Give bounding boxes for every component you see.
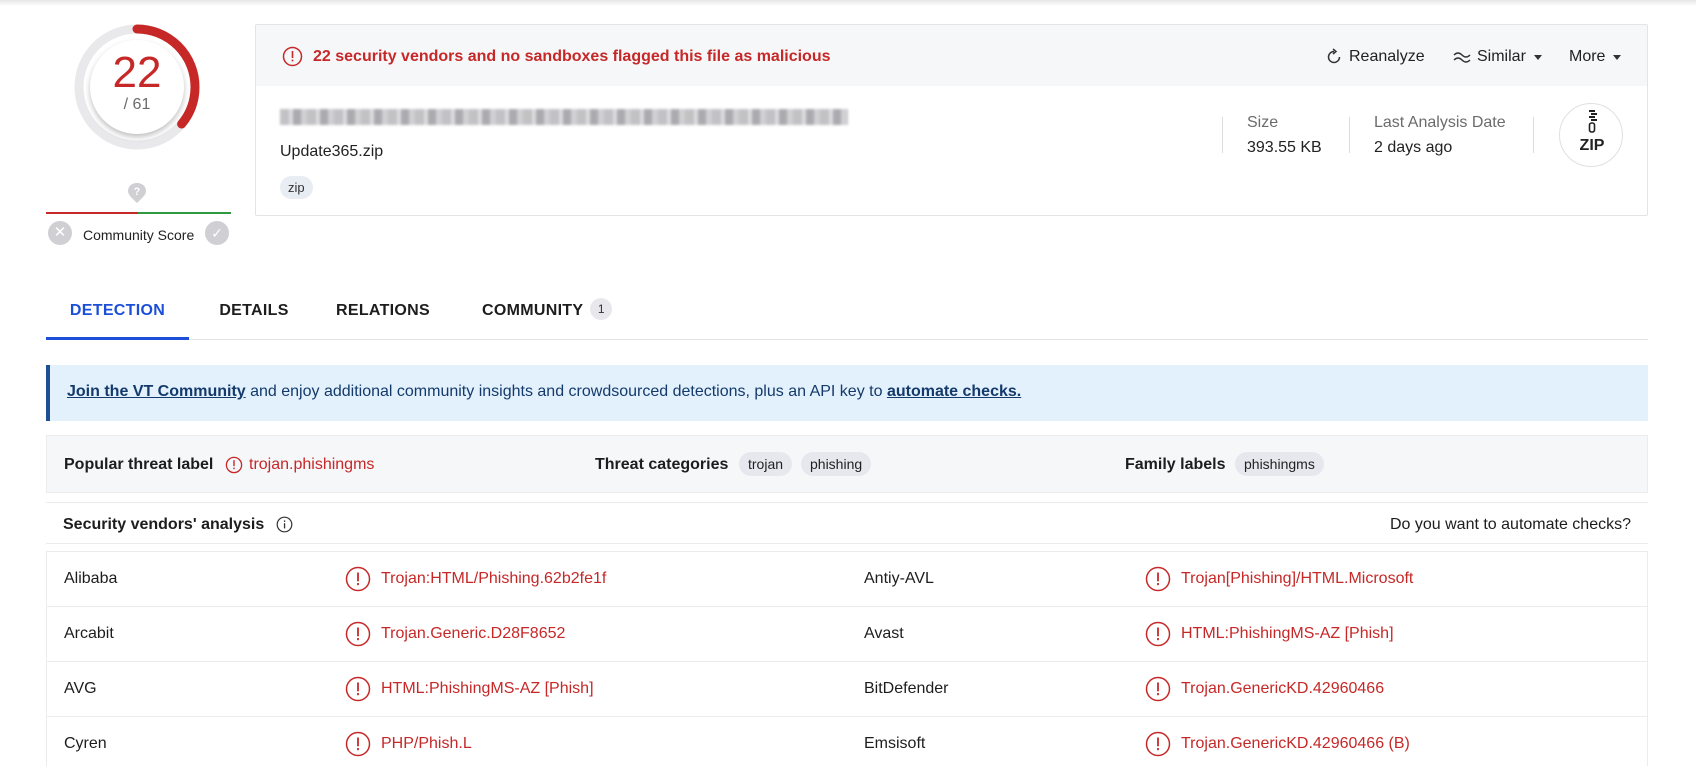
similar-icon bbox=[1453, 52, 1471, 63]
vendors-table: Alibaba Trojan:HTML/Phishing.62b2fe1f Anti… bbox=[46, 551, 1648, 766]
negative-bar bbox=[46, 212, 138, 214]
divider bbox=[1533, 117, 1534, 153]
vendor-result: Trojan.GenericKD.42960466 (B) bbox=[1181, 735, 1410, 752]
last-analysis-value: 2 days ago bbox=[1374, 139, 1453, 156]
vendor-result: Trojan.Generic.D28F8652 bbox=[381, 625, 566, 642]
community-banner: Join the VT Community and enjoy addition… bbox=[46, 365, 1648, 421]
chevron-down-icon bbox=[1533, 54, 1542, 60]
file-summary-card: 22 security vendors and no sandboxes fla… bbox=[255, 24, 1648, 216]
detection-count: 22 bbox=[112, 48, 162, 97]
engine-total: / 61 bbox=[123, 96, 151, 113]
x-icon[interactable]: ✕ bbox=[48, 221, 72, 245]
popular-threat-value[interactable]: trojan.phishingms bbox=[225, 456, 374, 474]
vendor-result: Trojan:HTML/Phishing.62b2fe1f bbox=[381, 570, 607, 587]
vendor-result: Trojan.GenericKD.42960466 bbox=[1181, 680, 1385, 697]
zip-type-label: ZIP bbox=[1580, 137, 1605, 154]
file-hash-redacted bbox=[280, 109, 848, 125]
vendor-name: Cyren bbox=[64, 735, 107, 752]
score-center: 22 / 61 bbox=[90, 40, 184, 134]
alert-circle-icon bbox=[1145, 621, 1171, 647]
question-bubble-icon: ? bbox=[128, 183, 146, 203]
vendor-name: Arcabit bbox=[64, 625, 114, 642]
tab-relations[interactable]: RELATIONS bbox=[326, 288, 440, 340]
family-pill[interactable]: phishingms bbox=[1235, 452, 1324, 476]
more-label: More bbox=[1569, 48, 1606, 65]
chevron-down-icon bbox=[1613, 54, 1622, 60]
alert-circle-icon bbox=[1145, 566, 1171, 592]
info-icon[interactable] bbox=[276, 516, 293, 533]
vendor-name: Alibaba bbox=[64, 570, 118, 587]
tab-community-label: COMMUNITY bbox=[482, 302, 584, 319]
community-score-label: Community Score bbox=[83, 227, 195, 243]
banner-middle-text: and enjoy additional community insights … bbox=[245, 383, 887, 400]
more-dropdown[interactable]: More bbox=[1569, 48, 1622, 66]
vendor-result: Trojan[Phishing]/HTML.Microsoft bbox=[1181, 570, 1414, 587]
automate-checks-prompt[interactable]: Do you want to automate checks? bbox=[1390, 516, 1631, 534]
detection-score-gauge: 22 / 61 bbox=[72, 22, 202, 152]
last-analysis-label: Last Analysis Date bbox=[1374, 114, 1506, 131]
vendor-name: Emsisoft bbox=[864, 735, 926, 752]
alert-circle-icon bbox=[1145, 676, 1171, 702]
vendor-row: AVG HTML:PhishingMS-AZ [Phish] BitDefender… bbox=[47, 662, 1647, 717]
popular-threat-text: trojan.phishingms bbox=[249, 456, 375, 473]
vendors-analysis-title: Security vendors' analysis bbox=[63, 516, 265, 533]
join-community-link[interactable]: Join the VT Community bbox=[67, 383, 246, 400]
alert-circle-icon bbox=[345, 621, 371, 647]
tab-bar: DETECTION DETAILS RELATIONS COMMUNITY 1 bbox=[46, 288, 1648, 340]
vendor-name: Antiy-AVL bbox=[864, 570, 934, 587]
positive-bar bbox=[138, 212, 231, 214]
vendor-name: BitDefender bbox=[864, 680, 949, 697]
file-tag[interactable]: zip bbox=[280, 176, 313, 199]
popular-threat-label: Popular threat label bbox=[64, 456, 214, 473]
reanalyze-button[interactable]: Reanalyze bbox=[1325, 48, 1425, 66]
community-score-bar bbox=[46, 212, 231, 214]
vendor-row: Alibaba Trojan:HTML/Phishing.62b2fe1f Anti… bbox=[47, 552, 1647, 607]
tab-detection[interactable]: DETECTION bbox=[46, 288, 189, 340]
vendors-header: Security vendors' analysis Do you want t… bbox=[46, 502, 1648, 544]
tab-community[interactable]: COMMUNITY 1 bbox=[472, 288, 622, 340]
vendor-name: Avast bbox=[864, 625, 904, 642]
similar-dropdown[interactable]: Similar bbox=[1453, 48, 1542, 66]
alert-circle-icon bbox=[345, 566, 371, 592]
alert-circle-icon bbox=[345, 731, 371, 757]
zip-file-icon: ZIP bbox=[1559, 103, 1623, 167]
check-icon[interactable]: ✓ bbox=[205, 221, 229, 245]
svg-text:?: ? bbox=[134, 186, 141, 198]
vendor-result: HTML:PhishingMS-AZ [Phish] bbox=[1181, 625, 1394, 642]
banner-text: Join the VT Community and enjoy addition… bbox=[67, 383, 1021, 401]
divider bbox=[1349, 117, 1350, 153]
alert-header: 22 security vendors and no sandboxes fla… bbox=[256, 25, 1647, 86]
alert-circle-icon bbox=[225, 456, 243, 474]
category-pill[interactable]: phishing bbox=[801, 452, 872, 476]
divider bbox=[1222, 117, 1223, 153]
threat-categories-label: Threat categories bbox=[595, 456, 729, 473]
zip-glyph: ZIP bbox=[1580, 110, 1605, 154]
threat-summary: Popular threat label trojan.phishingms T… bbox=[46, 435, 1648, 493]
vendor-name: AVG bbox=[64, 680, 97, 697]
vendor-result: HTML:PhishingMS-AZ [Phish] bbox=[381, 680, 594, 697]
file-name: Update365.zip bbox=[280, 143, 384, 160]
vendor-row: Arcabit Trojan.Generic.D28F8652 Avast HTML:… bbox=[47, 607, 1647, 662]
alert-circle-icon bbox=[345, 676, 371, 702]
vendor-result: PHP/Phish.L bbox=[381, 735, 472, 752]
detection-alert-text: 22 security vendors and no sandboxes fla… bbox=[313, 48, 831, 65]
category-pill[interactable]: trojan bbox=[739, 452, 793, 476]
community-count-badge: 1 bbox=[590, 298, 613, 320]
automate-checks-link[interactable]: automate checks. bbox=[887, 383, 1021, 400]
tab-details[interactable]: DETAILS bbox=[214, 288, 294, 340]
vendor-row: Cyren PHP/Phish.L Emsisoft Trojan.GenericKD… bbox=[47, 717, 1647, 766]
reanalyze-label: Reanalyze bbox=[1349, 48, 1425, 65]
alert-circle-icon bbox=[1145, 731, 1171, 757]
top-shadow bbox=[0, 0, 1696, 6]
size-value: 393.55 KB bbox=[1247, 139, 1322, 156]
family-labels-label: Family labels bbox=[1125, 456, 1226, 473]
similar-label: Similar bbox=[1477, 48, 1526, 65]
refresh-icon bbox=[1327, 48, 1341, 64]
size-label: Size bbox=[1247, 114, 1279, 131]
alert-circle-icon bbox=[282, 46, 303, 67]
